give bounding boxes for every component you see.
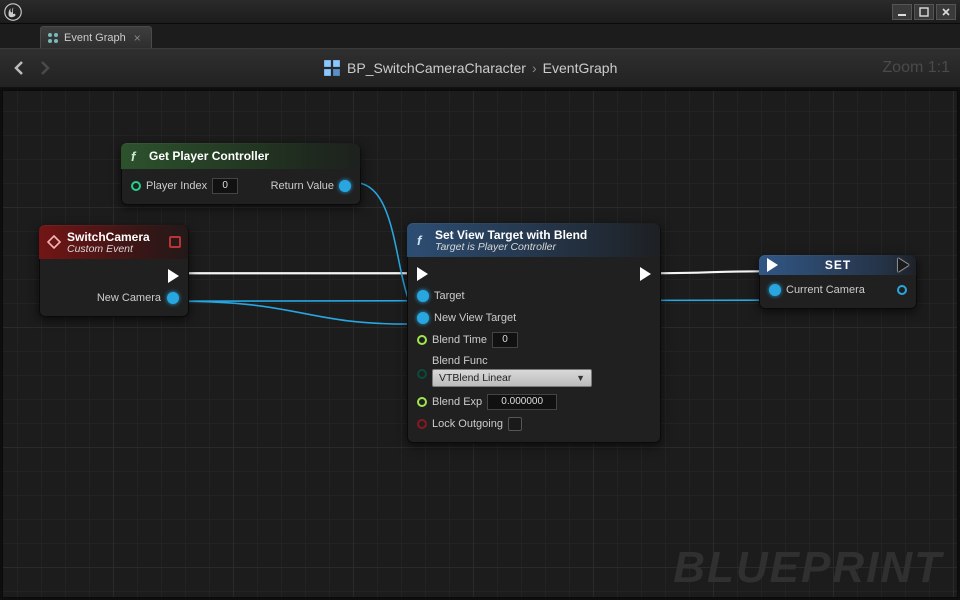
pin-new-camera-out[interactable] — [167, 292, 179, 304]
node-get-player-controller[interactable]: f Get Player Controller Player Index 0 R… — [121, 143, 361, 205]
node-header: f Set View Target with Blend Target is P… — [407, 223, 661, 257]
pin-label: New View Target — [434, 312, 516, 324]
blueprint-watermark: BLUEPRINT — [673, 543, 943, 593]
node-set-current-camera[interactable]: SET Current Camera — [759, 255, 917, 309]
blend-time-input[interactable]: 0 — [492, 332, 518, 348]
node-title: SET — [825, 258, 851, 272]
pin-label: Blend Func — [432, 355, 592, 367]
window-minimize-button[interactable] — [892, 4, 912, 20]
pin-exec-in[interactable] — [767, 258, 778, 272]
window-close-button[interactable] — [936, 4, 956, 20]
node-subtitle: Target is Player Controller — [435, 241, 587, 253]
pin-current-camera-out[interactable] — [897, 285, 907, 295]
pin-exec-in[interactable] — [417, 267, 428, 281]
pin-blend-time[interactable] — [417, 335, 427, 345]
function-icon: f — [129, 149, 143, 163]
pin-label: Return Value — [271, 180, 334, 192]
blueprint-class-icon — [323, 59, 341, 77]
pin-target[interactable] — [417, 290, 429, 302]
pin-exec-out[interactable] — [168, 269, 179, 283]
pin-current-camera-in[interactable] — [769, 284, 781, 296]
function-icon: f — [415, 233, 429, 247]
player-index-input[interactable]: 0 — [212, 178, 238, 194]
blend-exp-input[interactable]: 0.000000 — [487, 394, 557, 410]
pin-blend-func[interactable] — [417, 369, 427, 379]
chevron-down-icon: ▼ — [576, 373, 585, 383]
pin-label: Player Index — [146, 180, 207, 192]
node-title: Get Player Controller — [149, 149, 269, 163]
node-header: f Get Player Controller — [121, 143, 361, 169]
pin-blend-exp[interactable] — [417, 397, 427, 407]
tab-close-icon[interactable]: × — [134, 31, 141, 45]
custom-event-icon — [47, 235, 61, 249]
breadcrumb-root[interactable]: BP_SwitchCameraCharacter — [347, 60, 526, 76]
tab-label: Event Graph — [64, 32, 126, 44]
pin-exec-out[interactable] — [898, 258, 909, 272]
dropdown-value: VTBlend Linear — [439, 372, 511, 384]
tab-event-graph[interactable]: Event Graph × — [40, 26, 152, 48]
pin-label: Blend Exp — [432, 396, 482, 408]
pin-label: Lock Outgoing — [432, 418, 503, 430]
graph-toolbar: BP_SwitchCameraCharacter › EventGraph Zo… — [0, 48, 960, 88]
breadcrumb: BP_SwitchCameraCharacter › EventGraph — [58, 59, 882, 77]
node-set-view-target[interactable]: f Set View Target with Blend Target is P… — [407, 223, 661, 443]
delegate-pin[interactable] — [169, 236, 181, 248]
pin-lock-outgoing[interactable] — [417, 419, 427, 429]
breadcrumb-leaf[interactable]: EventGraph — [543, 60, 618, 76]
nav-forward-button[interactable] — [34, 58, 54, 78]
tab-strip: Event Graph × — [0, 24, 960, 48]
pin-exec-out[interactable] — [640, 267, 651, 281]
blend-func-dropdown[interactable]: VTBlend Linear ▼ — [432, 369, 592, 387]
node-header: SwitchCamera Custom Event — [39, 225, 189, 259]
pin-label: Current Camera — [786, 284, 865, 296]
lock-outgoing-checkbox[interactable] — [508, 417, 522, 431]
graph-tab-icon — [47, 32, 59, 44]
node-subtitle: Custom Event — [67, 243, 150, 255]
breadcrumb-separator-icon: › — [532, 60, 537, 76]
node-header: SET — [759, 255, 917, 275]
pin-return-value[interactable] — [339, 180, 351, 192]
node-switch-camera-event[interactable]: SwitchCamera Custom Event New Camera — [39, 225, 189, 317]
svg-text:f: f — [131, 149, 137, 163]
zoom-indicator: Zoom 1:1 — [882, 59, 950, 77]
pin-label: New Camera — [97, 292, 161, 304]
window-titlebar — [0, 0, 960, 24]
pin-label: Target — [434, 290, 465, 302]
graph-canvas[interactable]: f Get Player Controller Player Index 0 R… — [2, 90, 958, 598]
pin-label: Blend Time — [432, 334, 487, 346]
unreal-logo-icon — [4, 3, 22, 21]
nav-back-button[interactable] — [10, 58, 30, 78]
node-title: Set View Target with Blend — [435, 228, 587, 242]
window-maximize-button[interactable] — [914, 4, 934, 20]
svg-text:f: f — [417, 233, 423, 247]
node-title: SwitchCamera — [67, 230, 150, 244]
pin-player-index[interactable] — [131, 181, 141, 191]
pin-new-view-target[interactable] — [417, 312, 429, 324]
